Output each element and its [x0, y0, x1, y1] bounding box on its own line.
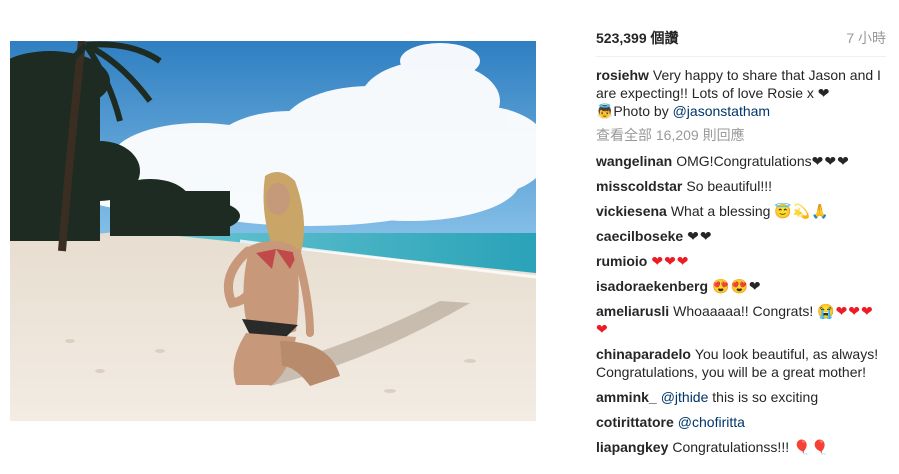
- post-meta: 523,399 個讚 7 小時: [596, 28, 886, 48]
- comment-username[interactable]: caecilboseke: [596, 228, 683, 244]
- comment-emoji: ❤❤: [687, 228, 713, 244]
- comment-username[interactable]: ammink_: [596, 389, 657, 405]
- caption-text-2: 👼Photo by: [596, 103, 673, 119]
- comment: chinaparadelo You look beautiful, as alwa…: [596, 345, 886, 381]
- comment-mention[interactable]: @chofiritta: [678, 414, 745, 430]
- comment: vickiesena What a blessing 😇💫🙏: [596, 202, 886, 220]
- comment-emoji: ❤❤❤: [651, 253, 690, 269]
- comment-text: So beautiful!!!: [686, 178, 772, 194]
- comment-username[interactable]: wangelinan: [596, 153, 672, 169]
- comment-username[interactable]: ameliarusli: [596, 303, 669, 319]
- comment-text: Whoaaaaa!! Congrats!: [673, 303, 814, 319]
- comment-username[interactable]: chinaparadelo: [596, 346, 691, 362]
- comment: caecilboseke ❤❤: [596, 227, 886, 245]
- post-photo[interactable]: [10, 41, 536, 421]
- comment-username[interactable]: vickiesena: [596, 203, 667, 219]
- comment: cotirittatore @chofiritta: [596, 413, 886, 431]
- instagram-post: 523,399 個讚 7 小時 rosiehw Very happy to sha…: [0, 0, 899, 474]
- comment: rumioio ❤❤❤: [596, 252, 886, 270]
- comment-username[interactable]: cotirittatore: [596, 414, 674, 430]
- comment-emoji: ❤❤❤: [811, 153, 850, 169]
- comment-mention[interactable]: @jthide: [661, 389, 709, 405]
- comment-username[interactable]: rumioio: [596, 253, 647, 269]
- comment-text: Congratulationss!!!: [672, 439, 790, 455]
- comments-list: rosiehw Very happy to share that Jason an…: [596, 66, 886, 463]
- comment: ammink_ @jthide this is so exciting: [596, 388, 886, 406]
- comment: ameliarusli Whoaaaaa!! Congrats! 😭❤❤❤❤: [596, 302, 886, 338]
- comment: wangelinan OMG!Congratulations❤❤❤: [596, 152, 886, 170]
- comment-emoji: 🎈🎈: [793, 439, 830, 455]
- comment: misscoldstar So beautiful!!!: [596, 177, 886, 195]
- comment-text: What a blessing: [670, 203, 771, 219]
- view-all-comments-link[interactable]: 查看全部 16,209 則回應: [596, 126, 886, 144]
- likes-count[interactable]: 523,399 個讚: [596, 28, 679, 48]
- caption-username[interactable]: rosiehw: [596, 67, 649, 83]
- comment-text: OMG!Congratulations: [676, 153, 812, 169]
- post-sidebar: 523,399 個讚 7 小時 rosiehw Very happy to sha…: [596, 0, 886, 474]
- beach-photo-image: [10, 41, 536, 421]
- comment-emoji: 😇💫🙏: [774, 203, 830, 219]
- caption: rosiehw Very happy to share that Jason an…: [596, 66, 886, 120]
- comment-emoji: 😍😍❤: [712, 278, 762, 294]
- comment: liapangkey Congratulationss!!! 🎈🎈: [596, 438, 886, 456]
- caption-mention[interactable]: @jasonstatham: [673, 103, 770, 119]
- comment: isadoraekenberg 😍😍❤: [596, 277, 886, 295]
- comment-username[interactable]: isadoraekenberg: [596, 278, 708, 294]
- comment-username[interactable]: liapangkey: [596, 439, 668, 455]
- divider: [596, 56, 886, 57]
- comment-text: this is so exciting: [708, 389, 819, 405]
- post-time[interactable]: 7 小時: [846, 28, 886, 48]
- comment-username[interactable]: misscoldstar: [596, 178, 682, 194]
